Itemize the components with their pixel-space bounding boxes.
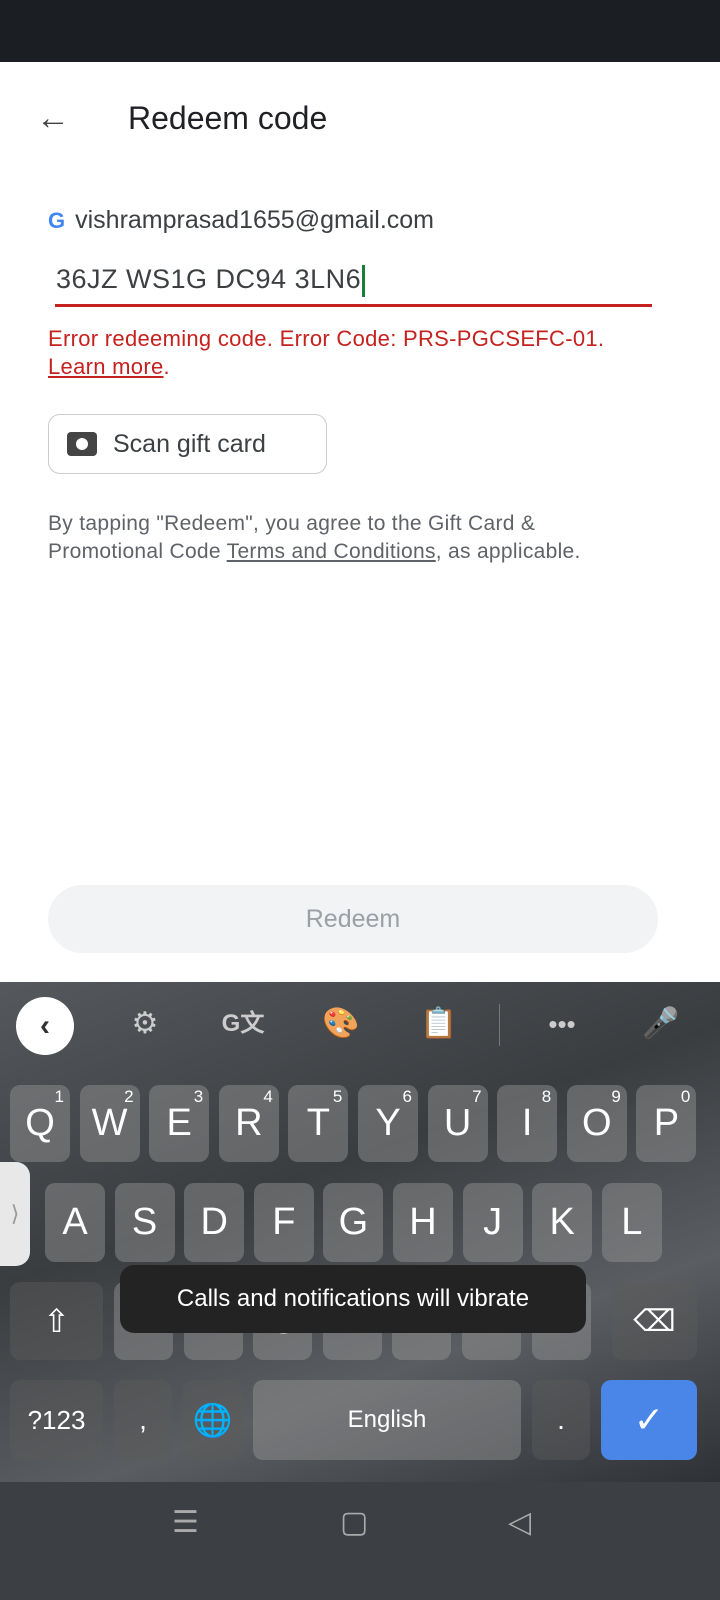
google-g-icon: G <box>48 207 66 233</box>
key-label: K <box>549 1201 575 1243</box>
key-number-hint: 2 <box>124 1087 134 1106</box>
input-underline <box>55 304 652 307</box>
key-o[interactable]: O9 <box>566 1085 627 1162</box>
key-j[interactable]: J <box>462 1183 523 1262</box>
key-r[interactable]: R4 <box>218 1085 279 1162</box>
microphone-icon[interactable]: 🎤 <box>636 1002 686 1046</box>
scan-gift-card-button[interactable]: Scan gift card <box>48 414 327 474</box>
terms-after: , as applicable. <box>435 540 581 563</box>
clipboard-icon[interactable]: 📋 <box>414 1002 464 1046</box>
text-caret <box>362 264 366 297</box>
error-text: Error redeeming code. Error Code: PRS-PG… <box>48 326 605 351</box>
key-label: Y <box>375 1102 401 1144</box>
account-row: G vishramprasad1655@gmail.com <box>48 206 434 235</box>
key-label: R <box>235 1102 263 1144</box>
key-number-hint: 5 <box>332 1087 343 1106</box>
key-label: G <box>338 1201 369 1243</box>
terms-text: By tapping "Redeem", you agree to the Gi… <box>48 510 608 566</box>
key-a[interactable]: A <box>45 1183 105 1262</box>
key-d[interactable]: D <box>184 1183 245 1262</box>
shift-key[interactable]: ⇧ <box>10 1282 103 1360</box>
key-number-hint: 1 <box>54 1087 64 1106</box>
key-label: L <box>621 1201 643 1243</box>
back-triangle-icon[interactable]: ◁ <box>508 1505 531 1540</box>
key-s[interactable]: S <box>114 1183 175 1262</box>
key-label: A <box>62 1201 88 1243</box>
key-label: U <box>443 1102 472 1144</box>
key-p[interactable]: P0 <box>636 1085 697 1162</box>
error-message: Error redeeming code. Error Code: PRS-PG… <box>48 325 668 381</box>
key-label: O <box>582 1102 612 1144</box>
backspace-icon[interactable]: ⌫ <box>612 1282 697 1360</box>
code-value: 36JZ WS1G DC94 3LN6 <box>56 264 362 294</box>
key-label: W <box>91 1102 128 1144</box>
redeem-button[interactable]: Redeem <box>48 885 658 953</box>
key-number-hint: 7 <box>472 1087 482 1106</box>
more-icon[interactable]: ••• <box>537 1002 587 1046</box>
key-l[interactable]: L <box>601 1183 662 1262</box>
key-label: P <box>653 1102 680 1144</box>
key-label: T <box>306 1102 330 1144</box>
key-e[interactable]: E3 <box>149 1085 210 1162</box>
key-label: J <box>483 1201 503 1243</box>
toast: Calls and notifications will vibrate <box>120 1265 586 1333</box>
chevron-left-icon[interactable]: ‹ <box>16 997 74 1055</box>
scan-label: Scan gift card <box>113 429 266 458</box>
gear-icon[interactable]: ⚙ <box>120 1002 170 1046</box>
code-input[interactable]: 36JZ WS1G DC94 3LN6 <box>56 264 366 297</box>
symbols-key[interactable]: ?123 <box>10 1380 103 1460</box>
status-bar <box>0 0 720 62</box>
key-g[interactable]: G <box>323 1183 384 1262</box>
key-i[interactable]: I8 <box>497 1085 558 1162</box>
page-title: Redeem code <box>128 100 328 136</box>
key-h[interactable]: H <box>393 1183 453 1262</box>
key-t[interactable]: T5 <box>288 1085 349 1162</box>
key-label: S <box>131 1201 158 1243</box>
learn-more-link[interactable]: Learn more <box>48 354 164 379</box>
keyboard-side-handle[interactable]: ⟩ <box>0 1162 30 1266</box>
key-label: E <box>166 1102 192 1144</box>
palette-icon[interactable]: 🎨 <box>316 1002 366 1046</box>
key-label: F <box>272 1201 296 1243</box>
period-key[interactable]: . <box>532 1380 590 1460</box>
menu-icon[interactable]: ☰ <box>172 1505 199 1540</box>
arrow-left-icon[interactable]: ← <box>36 100 76 136</box>
key-q[interactable]: Q1 <box>10 1085 70 1162</box>
translate-icon[interactable]: G文 <box>218 1002 268 1046</box>
key-label: H <box>409 1201 437 1243</box>
key-label: I <box>521 1102 533 1144</box>
navigation-bar <box>0 1482 720 1600</box>
key-w[interactable]: W2 <box>79 1085 140 1162</box>
globe-icon[interactable]: 🌐 <box>183 1380 242 1460</box>
key-number-hint: 9 <box>611 1087 621 1106</box>
key-number-hint: 8 <box>541 1087 552 1106</box>
camera-icon <box>67 432 97 456</box>
account-email: vishramprasad1655@gmail.com <box>75 206 434 234</box>
key-number-hint: 3 <box>193 1087 204 1106</box>
enter-check-key[interactable]: ✓ <box>601 1380 697 1460</box>
toolbar-divider <box>499 1004 500 1046</box>
key-f[interactable]: F <box>253 1183 314 1262</box>
key-u[interactable]: U7 <box>427 1085 488 1162</box>
home-icon[interactable]: ▢ <box>340 1505 368 1540</box>
error-period: . <box>163 354 170 379</box>
space-key[interactable]: English <box>253 1380 521 1460</box>
key-number-hint: 6 <box>402 1087 412 1106</box>
key-y[interactable]: Y6 <box>358 1085 418 1162</box>
terms-link[interactable]: Terms and Conditions <box>227 540 436 563</box>
comma-key[interactable]: , <box>114 1380 172 1460</box>
key-number-hint: 0 <box>680 1087 691 1106</box>
key-number-hint: 4 <box>263 1087 273 1106</box>
key-label: Q <box>25 1102 55 1144</box>
key-k[interactable]: K <box>532 1183 593 1262</box>
key-label: D <box>200 1201 228 1243</box>
